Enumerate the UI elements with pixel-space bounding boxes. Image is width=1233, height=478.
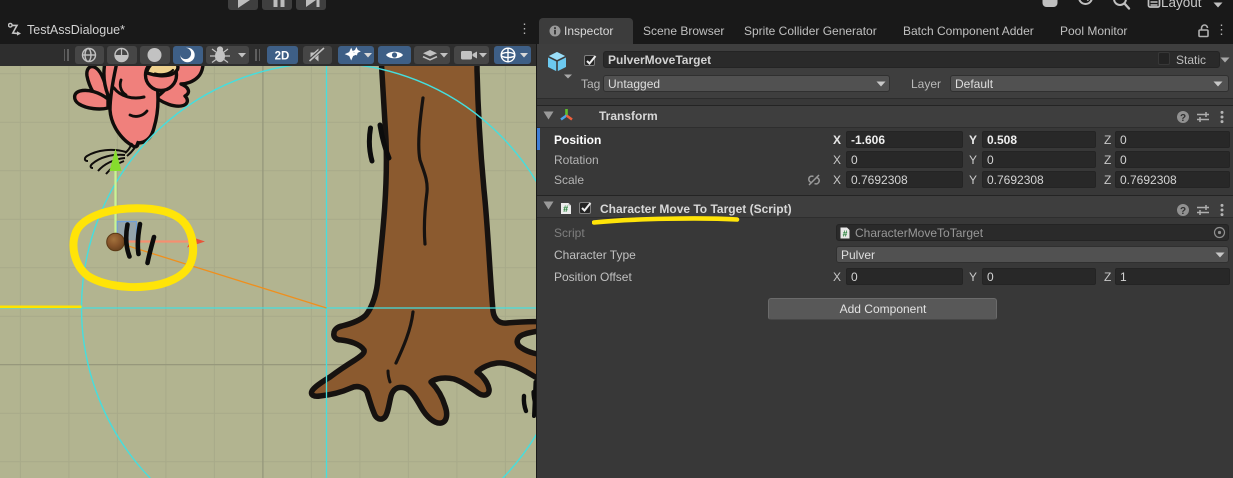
svg-text:?: ?	[1180, 113, 1186, 124]
svg-text:#: #	[843, 228, 848, 238]
svg-text:2D: 2D	[275, 51, 290, 63]
